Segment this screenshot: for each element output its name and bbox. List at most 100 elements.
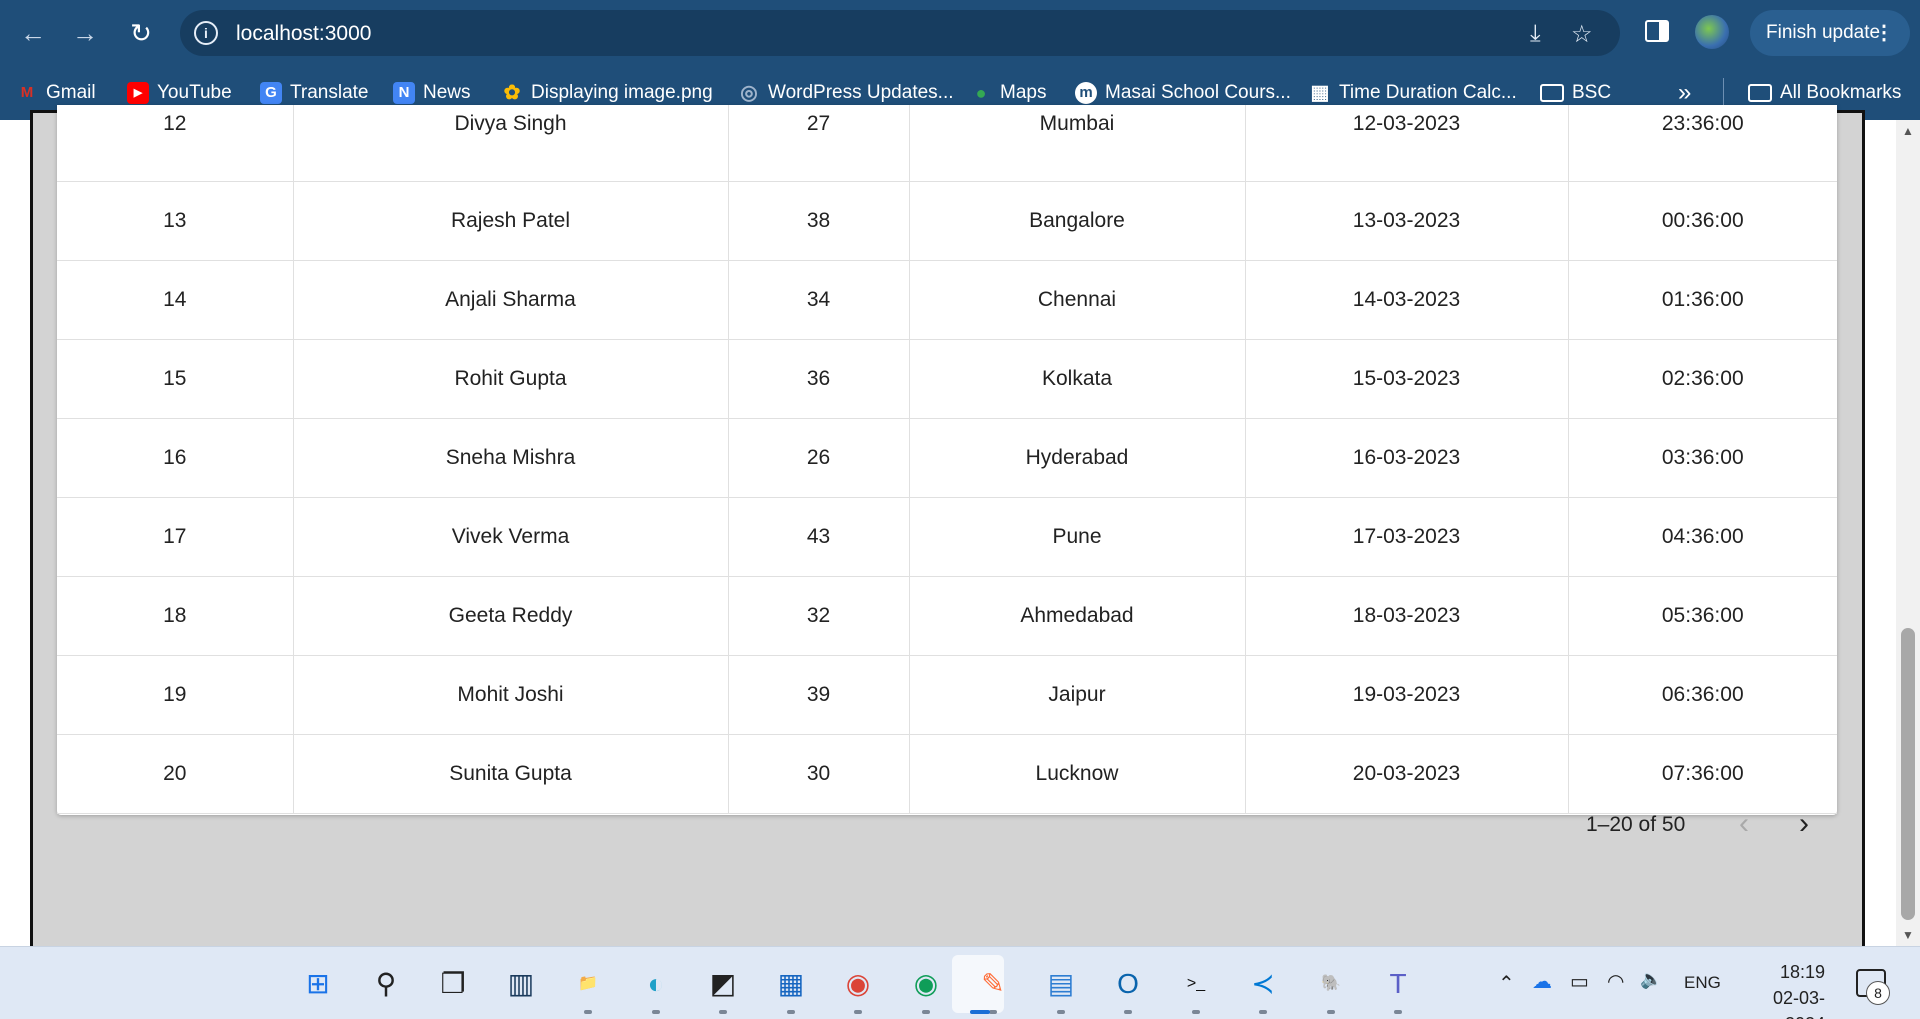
page-scrollbar[interactable]: ▲ ▼ bbox=[1896, 120, 1920, 946]
name-cell: Anjali Sharma bbox=[293, 260, 729, 340]
finish-update-button[interactable]: Finish update ⋮ bbox=[1750, 10, 1910, 56]
profile-avatar[interactable] bbox=[1695, 15, 1729, 49]
all-bookmarks-label: All Bookmarks bbox=[1780, 82, 1902, 103]
browser-window: ← → ↻ i localhost:3000 ⤓ ☆ Finish update… bbox=[0, 0, 1920, 1019]
bookmark-wordpress[interactable]: ◎ WordPress Updates... bbox=[738, 78, 954, 108]
bookmark-masai[interactable]: m Masai School Cours... bbox=[1075, 78, 1291, 108]
chevron-double-right-icon: » bbox=[1678, 79, 1692, 106]
vscode-icon[interactable]: ≺ bbox=[1244, 965, 1282, 1003]
volume-icon[interactable]: 🔈 bbox=[1640, 969, 1662, 990]
age-cell: 39 bbox=[728, 655, 910, 735]
running-app-indicator bbox=[652, 1010, 660, 1014]
bookmark-maps[interactable]: ● Maps bbox=[970, 78, 1047, 108]
age-cell: 32 bbox=[728, 576, 910, 656]
time-cell: 02:36:00 bbox=[1568, 339, 1837, 419]
running-app-indicator bbox=[1259, 1010, 1267, 1014]
id-cell: 18 bbox=[57, 576, 294, 656]
outlook-icon[interactable]: O bbox=[1109, 965, 1147, 1003]
side-panel-icon[interactable] bbox=[1645, 20, 1669, 42]
folder-icon bbox=[1540, 84, 1564, 102]
task-view-icon[interactable]: ❐ bbox=[434, 965, 472, 1003]
table-row: 19 Mohit Joshi 39 Jaipur 19-03-2023 06:36:00 bbox=[57, 655, 1837, 735]
bookmark-gmail[interactable]: M Gmail bbox=[16, 78, 96, 108]
running-app-indicator bbox=[1394, 1010, 1402, 1014]
terminal-icon[interactable]: >_ bbox=[1177, 965, 1215, 1003]
bookmark-translate[interactable]: G Translate bbox=[260, 78, 369, 108]
bookmark-label: WordPress Updates... bbox=[768, 82, 954, 103]
age-cell: 36 bbox=[728, 339, 910, 419]
city-cell: Ahmedabad bbox=[909, 576, 1246, 656]
scroll-down-arrow-icon[interactable]: ▼ bbox=[1902, 928, 1914, 942]
date-cell: 20-03-2023 bbox=[1245, 734, 1569, 814]
scroll-up-arrow-icon[interactable]: ▲ bbox=[1902, 124, 1914, 138]
chrome-profile-icon[interactable]: ◉ bbox=[907, 965, 945, 1003]
bookmark-bsc[interactable]: BSC bbox=[1540, 78, 1611, 108]
bookmark-youtube[interactable]: ▶ YouTube bbox=[127, 78, 232, 108]
time-cell: 23:36:00 bbox=[1568, 105, 1837, 182]
back-button[interactable]: ← bbox=[14, 14, 52, 52]
date-cell: 13-03-2023 bbox=[1245, 181, 1569, 261]
postman-icon[interactable]: ✎ bbox=[974, 965, 1012, 1003]
table-row: 16 Sneha Mishra 26 Hyderabad 16-03-2023 03:36… bbox=[57, 418, 1837, 498]
battery-icon[interactable]: ▭ bbox=[1570, 969, 1589, 994]
back-arrow-icon: ← bbox=[20, 18, 46, 48]
photos-icon: ✿ bbox=[503, 82, 521, 104]
age-cell: 26 bbox=[728, 418, 910, 498]
forward-button[interactable]: → bbox=[66, 14, 104, 52]
running-app-indicator bbox=[787, 1010, 795, 1014]
notification-count-badge: 8 bbox=[1866, 981, 1890, 1005]
menu-dots-icon: ⋮ bbox=[1874, 22, 1894, 44]
edge-icon[interactable]: ◐ bbox=[637, 965, 675, 1003]
postgres-icon[interactable]: 🐘 bbox=[1312, 965, 1350, 1003]
search-icon[interactable]: ⚲ bbox=[367, 965, 405, 1003]
city-cell: Hyderabad bbox=[909, 418, 1246, 498]
bookmark-news[interactable]: N News bbox=[393, 78, 471, 108]
next-page-button[interactable]: › bbox=[1799, 807, 1809, 841]
name-cell: Sneha Mishra bbox=[293, 418, 729, 498]
bookmark-displaying-image[interactable]: ✿ Displaying image.png bbox=[501, 78, 713, 108]
running-app-indicator bbox=[1057, 1010, 1065, 1014]
install-app-icon[interactable]: ⤓ bbox=[1530, 20, 1541, 48]
file-explorer-icon[interactable]: 📁 bbox=[569, 965, 607, 1003]
data-table-card: 12 Divya Singh 27 Mumbai 12-03-2023 23:36:00 1… bbox=[57, 105, 1837, 815]
store-icon[interactable]: ▦ bbox=[772, 965, 810, 1003]
bookmarks-overflow-button[interactable]: » bbox=[1678, 78, 1691, 108]
windows-start-icon[interactable]: ⊞ bbox=[299, 965, 337, 1003]
name-cell: Geeta Reddy bbox=[293, 576, 729, 656]
address-text[interactable]: localhost:3000 bbox=[236, 22, 371, 46]
teams-icon[interactable]: T bbox=[1379, 965, 1417, 1003]
city-cell: Chennai bbox=[909, 260, 1246, 340]
notepad-icon[interactable]: ▤ bbox=[1042, 965, 1080, 1003]
chrome-icon[interactable]: ◉ bbox=[839, 965, 877, 1003]
clock[interactable]: 18:19 02-03-2024 bbox=[1735, 959, 1825, 1019]
running-app-indicator bbox=[989, 1010, 997, 1014]
language-indicator[interactable]: ENG bbox=[1684, 973, 1721, 993]
previous-page-button[interactable]: ‹ bbox=[1739, 807, 1749, 841]
bookmark-label: Maps bbox=[1000, 82, 1047, 103]
reload-button[interactable]: ↻ bbox=[122, 14, 160, 52]
running-app-indicator bbox=[854, 1010, 862, 1014]
running-app-indicator bbox=[922, 1010, 930, 1014]
reload-icon: ↻ bbox=[130, 18, 152, 48]
bookmark-star-icon[interactable]: ☆ bbox=[1571, 20, 1593, 49]
wifi-icon[interactable]: ◠ bbox=[1607, 969, 1624, 994]
time-cell: 00:36:00 bbox=[1568, 181, 1837, 261]
scrollbar-thumb[interactable] bbox=[1901, 628, 1915, 920]
bookmark-label: Translate bbox=[290, 82, 369, 103]
address-bar[interactable]: i localhost:3000 ⤓ ☆ bbox=[180, 10, 1620, 56]
widgets-icon[interactable]: ▥ bbox=[502, 965, 540, 1003]
bookmark-label: YouTube bbox=[157, 82, 232, 103]
id-cell: 14 bbox=[57, 260, 294, 340]
onedrive-icon[interactable]: ☁ bbox=[1532, 969, 1552, 994]
site-info-icon[interactable]: i bbox=[194, 21, 218, 45]
tray-overflow-icon[interactable]: ⌃ bbox=[1498, 971, 1515, 996]
table-row: 14 Anjali Sharma 34 Chennai 14-03-2023 01:36:… bbox=[57, 260, 1837, 340]
id-cell: 12 bbox=[57, 105, 294, 182]
translate-icon: G bbox=[260, 82, 282, 104]
sticky-notes-icon[interactable]: ◩ bbox=[704, 965, 742, 1003]
bookmark-time-duration[interactable]: ▦ Time Duration Calc... bbox=[1309, 78, 1517, 108]
time-cell: 07:36:00 bbox=[1568, 734, 1837, 814]
clock-date: 02-03-2024 bbox=[1772, 988, 1825, 1019]
all-bookmarks-button[interactable]: All Bookmarks bbox=[1748, 78, 1901, 108]
maps-icon: ● bbox=[975, 83, 987, 103]
